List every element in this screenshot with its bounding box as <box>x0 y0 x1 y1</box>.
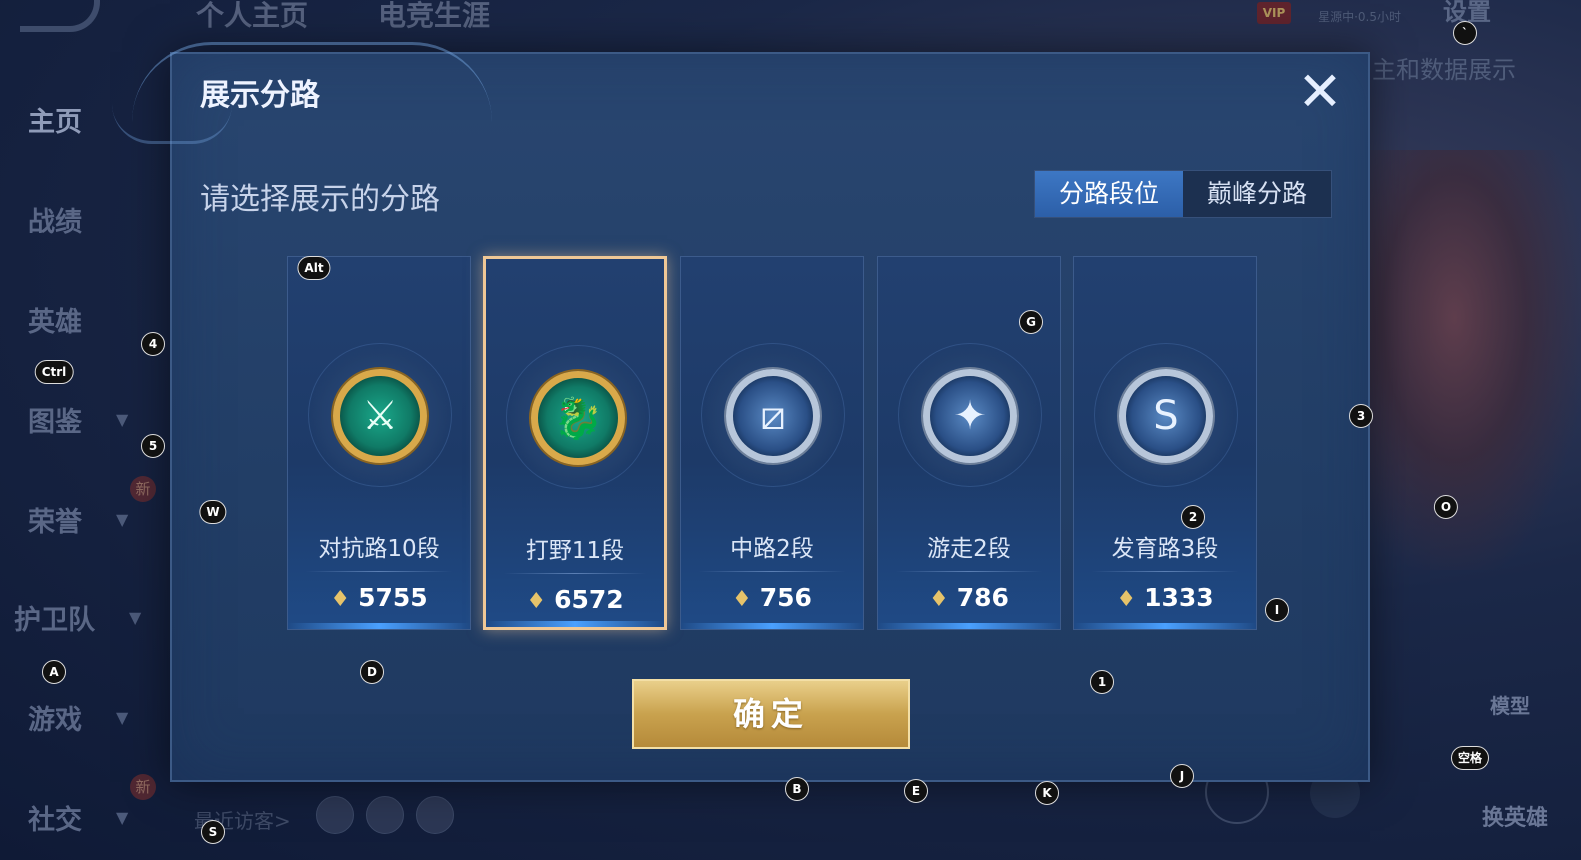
chevron-down-icon: ▼ <box>116 808 129 827</box>
key-hint-5: 5 <box>141 434 165 458</box>
key-hint-backtick: ` <box>1453 21 1477 45</box>
chevron-down-icon: ▼ <box>129 608 142 627</box>
avatar[interactable] <box>416 796 454 834</box>
lane-rank-label: 中路2段 <box>730 536 814 562</box>
divider <box>306 571 452 572</box>
sidebar-item-honor[interactable]: 荣誉 ▼ <box>28 500 128 539</box>
key-hint-ctrl: Ctrl <box>34 360 74 384</box>
key-hint-3: 3 <box>1349 404 1373 428</box>
lane-tab-switch: 分路段位 巅峰分路 <box>1034 170 1332 218</box>
sidebar-item-home[interactable]: 主页 <box>28 100 82 139</box>
confirm-button[interactable]: 确定 <box>632 679 910 749</box>
switch-hero-button[interactable]: 换英雄 <box>1482 800 1548 832</box>
lane-score: ♦ 6572 <box>526 585 624 614</box>
key-hint-space: 空格 <box>1450 746 1490 770</box>
gem-icon: ♦ <box>929 587 949 612</box>
roam-wings-icon: ✦ <box>923 369 1017 463</box>
divider <box>699 571 845 572</box>
lane-card-clash[interactable]: ⚔ 对抗路10段 ♦ 5755 <box>287 256 471 630</box>
visitor-avatars <box>316 796 454 834</box>
gem-icon: ♦ <box>1116 587 1137 612</box>
top-nav: 个人主页 电竞生涯 <box>196 0 490 34</box>
gem-icon: ♦ <box>732 587 752 612</box>
back-arrow-icon[interactable] <box>20 0 100 32</box>
key-hint-j: J <box>1170 764 1194 788</box>
sidebar-item-records[interactable]: 战绩 <box>28 200 82 239</box>
lane-rank-label: 发育路3段 <box>1111 536 1219 562</box>
lane-card-mid[interactable]: ⧄ 中路2段 ♦ 756 <box>680 256 864 630</box>
key-hint-1: 1 <box>1090 670 1114 694</box>
tab-peak-lane[interactable]: 巅峰分路 <box>1183 171 1331 217</box>
clash-lane-icon: ⚔ <box>333 369 427 463</box>
key-hint-o: O <box>1433 495 1459 519</box>
lane-card-jungle[interactable]: 🐉 打野11段 ♦ 6572 <box>483 256 667 630</box>
avatar[interactable] <box>366 796 404 834</box>
key-hint-2: 2 <box>1181 505 1205 529</box>
key-hint-w: W <box>199 500 227 524</box>
hero-portrait <box>1370 150 1581 570</box>
lane-rank-label: 游走2段 <box>927 536 1011 562</box>
sidebar-item-games[interactable]: 游戏 ▼ <box>28 698 128 737</box>
new-badge: 新 <box>130 476 156 502</box>
model-button[interactable]: 模型 <box>1490 690 1530 719</box>
divider <box>896 571 1042 572</box>
close-icon[interactable]: ✕ <box>1292 64 1348 120</box>
chevron-down-icon: ▼ <box>116 410 129 429</box>
key-hint-g: G <box>1019 310 1043 334</box>
divider <box>1092 571 1238 572</box>
key-hint-i: I <box>1265 598 1289 622</box>
key-hint-d: D <box>360 660 384 684</box>
chevron-down-icon: ▼ <box>116 510 129 529</box>
lane-card-farm[interactable]: S 发育路3段 ♦ 1333 <box>1073 256 1257 630</box>
mid-lane-icon: ⧄ <box>726 369 820 463</box>
gem-icon: ♦ <box>330 587 351 612</box>
chevron-down-icon: ▼ <box>116 708 129 727</box>
key-hint-e: E <box>904 779 928 803</box>
key-hint-alt: Alt <box>297 256 331 280</box>
key-hint-4: 4 <box>141 332 165 356</box>
farm-lane-icon: S <box>1119 369 1213 463</box>
sidebar-item-social[interactable]: 社交 ▼ <box>28 798 128 837</box>
lane-score: ♦ 756 <box>732 583 812 612</box>
key-hint-k: K <box>1035 781 1059 805</box>
top-right-bar: VIP 星源中·0.5小时 设置 <box>1221 0 1581 44</box>
sidebar-item-heroes[interactable]: 英雄 <box>28 300 82 339</box>
lane-score: ♦ 1333 <box>1116 583 1214 612</box>
lane-rank-label: 对抗路10段 <box>318 536 440 562</box>
dialog-subtitle: 请选择展示的分路 <box>200 182 440 217</box>
jungle-dragon-icon: 🐉 <box>531 371 625 465</box>
dialog-title: 展示分路 <box>200 78 320 113</box>
key-hint-a: A <box>42 660 66 684</box>
divider <box>504 573 646 574</box>
avatar[interactable] <box>316 796 354 834</box>
key-hint-s: S <box>201 820 225 844</box>
new-badge: 新 <box>130 774 156 800</box>
sidebar-item-guard[interactable]: 护卫队 ▼ <box>14 598 141 637</box>
show-lane-dialog: 展示分路 ✕ 请选择展示的分路 分路段位 巅峰分路 ⚔ 对抗路10段 ♦ 5755… <box>112 42 1370 782</box>
lane-score: ♦ 5755 <box>330 583 428 612</box>
data-display-label: 主和数据展示 <box>1372 56 1516 84</box>
lane-rank-label: 打野11段 <box>525 538 625 564</box>
status-text: 星源中·0.5小时 <box>1318 10 1401 24</box>
lane-score: ♦ 786 <box>929 583 1009 612</box>
tab-esports-career[interactable]: 电竞生涯 <box>378 0 490 34</box>
key-hint-b: B <box>785 777 809 801</box>
tab-lane-rank[interactable]: 分路段位 <box>1035 171 1183 217</box>
vip-badge: VIP <box>1257 2 1291 24</box>
sidebar-item-codex[interactable]: 图鉴 ▼ <box>28 400 128 439</box>
gem-icon: ♦ <box>526 589 547 614</box>
tab-personal-home[interactable]: 个人主页 <box>196 0 308 34</box>
